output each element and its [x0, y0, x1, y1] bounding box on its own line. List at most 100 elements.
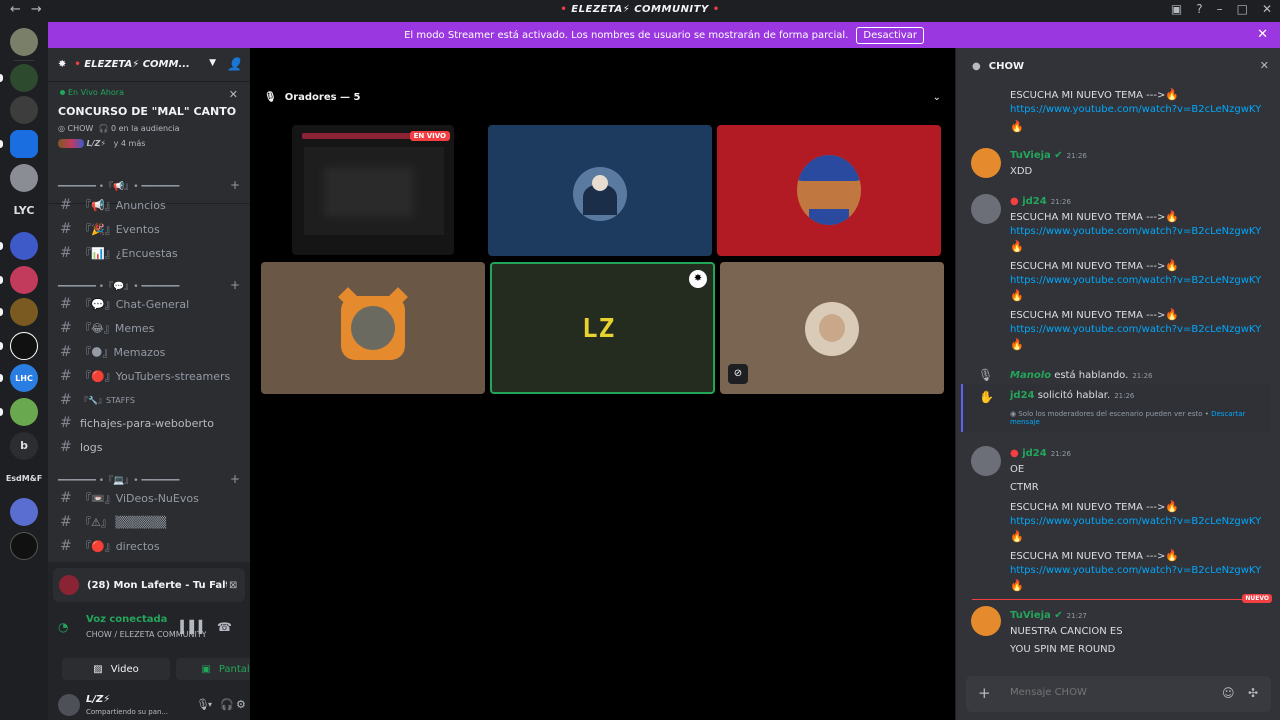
speaker-tile[interactable]	[717, 125, 941, 256]
message-link[interactable]: https://www.youtube.com/watch?v=B2cLeNzg…	[1010, 516, 1261, 527]
server-icon[interactable]	[10, 232, 38, 260]
add-channel-icon[interactable]: +	[230, 472, 240, 486]
message-text: NUESTRA CANCION ES	[1010, 626, 1123, 637]
message-author[interactable]: TuVieja ✔ 21:27	[1010, 610, 1087, 621]
channel-item[interactable]: # fichajes-para-weboberto	[56, 412, 242, 434]
channel-item[interactable]: # 『🔧』STAFFS	[56, 389, 242, 411]
avatar[interactable]	[971, 606, 1001, 636]
avatar[interactable]	[58, 694, 80, 716]
channel-item[interactable]: # 『😂』Memes	[56, 317, 242, 339]
server-icon[interactable]	[10, 298, 38, 326]
system-message: Manolo está hablando. 21:26	[1010, 370, 1153, 381]
message-link[interactable]: https://www.youtube.com/watch?v=B2cLeNzg…	[1010, 104, 1261, 115]
settings-icon[interactable]: ⚙	[236, 698, 246, 711]
add-channel-icon[interactable]: +	[230, 278, 240, 292]
server-icon[interactable]	[10, 64, 38, 92]
server-label[interactable]: b	[4, 439, 44, 452]
speaker-tile[interactable]	[261, 262, 485, 394]
message-author[interactable]: TuVieja ✔ 21:26	[1010, 150, 1087, 161]
title-bar: ← → • ELEZETA⚡ COMMUNITY • ▣ ? – □ ✕	[0, 0, 1280, 22]
server-label[interactable]: LYC	[4, 204, 44, 217]
message-text: ESCUCHA MI NUEVO TEMA --->🔥	[1010, 308, 1180, 321]
channel-item[interactable]: # 『🔴』directos	[56, 535, 242, 557]
close-window-icon[interactable]: ✕	[1262, 2, 1272, 16]
category-header[interactable]: ━━━━━━━ •『💻』• ━━━━━━━ +	[58, 472, 240, 486]
server-icon[interactable]	[10, 266, 38, 294]
deactivate-button[interactable]: Desactivar	[856, 26, 924, 44]
message-author[interactable]: ● jd24 21:26	[1010, 196, 1071, 207]
help-icon[interactable]: ?	[1196, 2, 1202, 16]
close-icon[interactable]: ✕	[1260, 59, 1269, 72]
speakers-header[interactable]: 🎙 Oradores — 5	[264, 92, 361, 103]
speaker-tile[interactable]	[488, 125, 712, 256]
speaker-tile-speaking[interactable]: LZ ✸	[490, 262, 715, 394]
chevron-down-icon[interactable]: ⌄	[933, 92, 941, 103]
voice-connected-label[interactable]: Voz conectada	[86, 614, 167, 625]
channel-item[interactable]: # logs	[56, 436, 242, 458]
inbox-icon[interactable]: ▣	[1171, 2, 1182, 16]
category-header[interactable]: ━━━━━━━ •『📢』• ━━━━━━━ +	[58, 178, 240, 192]
message-link[interactable]: https://www.youtube.com/watch?v=B2cLeNzg…	[1010, 275, 1261, 286]
stream-preview-content	[304, 147, 444, 235]
message-input[interactable]	[1010, 687, 1210, 698]
channel-item[interactable]: # 『⚠』 ▒▒▒▒▒▒	[56, 511, 242, 533]
popout-icon[interactable]: ⊠	[229, 580, 237, 591]
server-icon[interactable]	[10, 28, 38, 56]
server-icon[interactable]	[10, 164, 38, 192]
fire-emoji: 🔥	[1010, 240, 1024, 253]
username[interactable]: L/Z⚡	[86, 694, 110, 705]
server-icon[interactable]	[10, 498, 38, 526]
maximize-icon[interactable]: □	[1237, 2, 1248, 16]
server-icon[interactable]	[10, 130, 38, 158]
invite-people-icon[interactable]: 👤	[227, 57, 242, 71]
avatar[interactable]	[971, 148, 1001, 178]
server-icon[interactable]	[10, 532, 38, 560]
chevron-down-icon[interactable]: ▾	[208, 700, 212, 709]
message-link[interactable]: https://www.youtube.com/watch?v=B2cLeNzg…	[1010, 324, 1261, 335]
add-channel-icon[interactable]: +	[230, 178, 240, 192]
channel-item[interactable]: # 『🎉』Eventos	[56, 218, 242, 240]
live-event-title: CONCURSO DE "MAL" CANTO	[58, 105, 237, 118]
close-icon[interactable]: ✕	[229, 88, 238, 101]
avatar	[797, 155, 861, 225]
channel-item[interactable]: # 『💬』Chat-General	[56, 293, 242, 315]
server-folder-label[interactable]: EsdM&F	[4, 474, 44, 483]
apps-icon[interactable]: ✣	[1248, 686, 1258, 700]
signal-icon[interactable]: ◔	[58, 620, 68, 634]
server-icon[interactable]	[10, 332, 38, 360]
add-attachment-icon[interactable]: +	[978, 684, 991, 702]
chevron-down-icon[interactable]: ▼	[209, 58, 216, 68]
avatar[interactable]	[971, 446, 1001, 476]
emoji-icon[interactable]: ☺	[1222, 686, 1235, 700]
message-link[interactable]: https://www.youtube.com/watch?v=B2cLeNzg…	[1010, 226, 1261, 237]
message-author[interactable]: ● jd24 21:26	[1010, 448, 1071, 459]
chat-panel: ● CHOW ✕ ESCUCHA MI NUEVO TEMA --->🔥 htt…	[955, 48, 1280, 720]
live-badge: En Vivo Ahora	[60, 88, 240, 97]
server-icon[interactable]	[10, 398, 38, 426]
speaker-tile[interactable]: ⊘	[720, 262, 944, 394]
headphones-icon[interactable]: 🎧	[220, 698, 234, 711]
mini-stream-preview[interactable]: (28) Mon Laferte - Tu Falta De Quer... ⊠	[53, 568, 245, 602]
channel-item[interactable]: # 『🔴』YouTubers-streamers	[56, 365, 242, 387]
channel-item[interactable]: # 『📢』Anuncios	[56, 194, 242, 216]
category-header[interactable]: ━━━━━━━ •『💬』• ━━━━━━━ +	[58, 278, 240, 292]
minimize-icon[interactable]: –	[1217, 2, 1223, 16]
hash-icon: #	[60, 538, 72, 554]
channel-item[interactable]: # 『📼』ViDeos-NuEvos	[56, 487, 242, 509]
server-header[interactable]: ✸ • ELEZETA ⚡ COMM... ▼ 👤	[48, 48, 250, 82]
disconnect-icon[interactable]: ☎	[217, 620, 232, 634]
channel-item[interactable]: # 『📊』¿Encuestas	[56, 242, 242, 264]
window-title: • ELEZETA⚡ COMMUNITY •	[560, 4, 720, 15]
event-more: y 4 más	[113, 139, 146, 148]
message-link[interactable]: https://www.youtube.com/watch?v=B2cLeNzg…	[1010, 565, 1261, 576]
video-button[interactable]: ▨ Video	[62, 658, 170, 680]
server-icon[interactable]	[10, 96, 38, 124]
server-label[interactable]: LHC	[4, 374, 44, 383]
screen-share-tile[interactable]: EN VIVO	[292, 125, 454, 255]
back-arrow-icon[interactable]: ←	[10, 2, 21, 17]
close-icon[interactable]: ✕	[1257, 27, 1268, 42]
channel-item[interactable]: # 『🌑』Memazos	[56, 341, 242, 363]
noise-suppression-icon[interactable]: ▍▌▍	[180, 620, 208, 634]
avatar[interactable]	[971, 194, 1001, 224]
forward-arrow-icon[interactable]: →	[31, 2, 42, 17]
